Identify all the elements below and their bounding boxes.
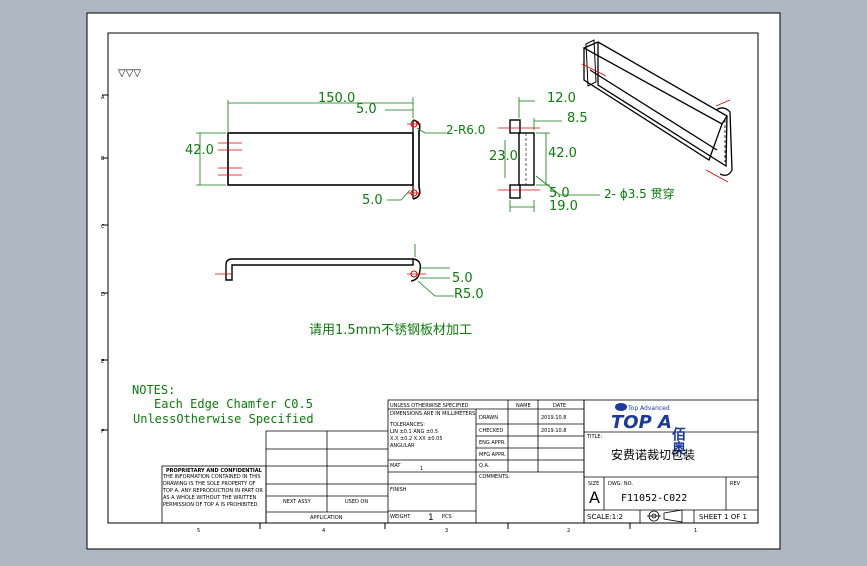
svg-text:2019.10.8: 2019.10.8	[541, 428, 566, 434]
svg-text:Top Advanced: Top Advanced	[627, 405, 670, 412]
svg-text:USED ON: USED ON	[345, 499, 368, 505]
svg-text:ENG APPR.: ENG APPR.	[479, 440, 506, 446]
svg-text:X.X ±0.2 X.XX ±0.05: X.X ±0.2 X.XX ±0.05	[390, 436, 443, 442]
dim-8-5: 8.5	[567, 111, 588, 126]
drawing-sheet-number: SHEET 1 OF 1	[699, 513, 747, 521]
svg-text:APPLICATION: APPLICATION	[310, 515, 343, 521]
svg-text:LIN ±0.1 ANG ±0.5: LIN ±0.1 ANG ±0.5	[390, 429, 438, 435]
dim-offset-top: 5.0	[356, 102, 377, 117]
svg-text:PCS: PCS	[442, 514, 452, 520]
svg-text:2019.10.8: 2019.10.8	[541, 415, 566, 421]
dim-top: 12.0	[547, 91, 576, 106]
border-num-1: 1	[694, 528, 697, 534]
border-letter-c: C	[101, 224, 105, 230]
dim-bend-radius: R5.0	[454, 287, 484, 302]
drawing-size: A	[589, 488, 600, 507]
svg-text:1: 1	[428, 513, 434, 523]
drawing-number: F11052-C022	[621, 493, 687, 504]
svg-text:DATE: DATE	[553, 403, 566, 409]
svg-text:UNLESS OTHERWISE SPECIFIED: UNLESS OTHERWISE SPECIFIED	[390, 403, 469, 409]
dim-offset-bottom: 5.0	[362, 193, 383, 208]
svg-text:Q.A.: Q.A.	[479, 463, 490, 469]
notes-title: NOTES:	[132, 383, 175, 397]
svg-text:SIZE: SIZE	[588, 481, 599, 487]
material-note: 请用1.5mm不锈钢板材加工	[309, 323, 472, 338]
svg-text:COMMENTS:: COMMENTS:	[479, 474, 510, 480]
border-num-4: 4	[322, 528, 325, 534]
dim-23: 23.0	[489, 149, 518, 164]
svg-text:MAT: MAT	[390, 463, 401, 469]
svg-text:TOLERANCES:: TOLERANCES:	[389, 422, 425, 428]
surface-finish-symbol: ▽▽▽	[118, 68, 141, 79]
svg-text:1: 1	[420, 466, 423, 472]
drawing-scale: SCALE:1:2	[587, 513, 623, 521]
proprietary-text: THE INFORMATION CONTAINED IN THIS DRAWIN…	[163, 474, 263, 508]
drawing-viewport: 5 4 3 2 1 A B C D E F ▽▽▽ 150.0 5.0 2-R6…	[0, 0, 867, 562]
border-letter-f: F	[101, 429, 104, 435]
dim-radius: 2-R6.0	[446, 123, 485, 137]
svg-text:NEXT ASSY: NEXT ASSY	[283, 499, 312, 505]
border-letter-a: A	[101, 95, 105, 101]
svg-text:REV: REV	[730, 481, 741, 487]
svg-text:WEIGHT: WEIGHT	[390, 514, 411, 520]
svg-text:DWG. NO.: DWG. NO.	[608, 481, 633, 487]
svg-text:FINISH: FINISH	[390, 487, 407, 493]
border-letter-d: D	[101, 292, 105, 298]
svg-text:NAME: NAME	[516, 403, 531, 409]
proprietary-text-box: THE INFORMATION CONTAINED IN THIS DRAWIN…	[163, 474, 263, 508]
dim-thickness: 5.0	[452, 271, 473, 286]
dim-width: 42.0	[185, 143, 214, 158]
svg-text:CHECKED: CHECKED	[479, 428, 503, 434]
svg-text:MFG APPR.: MFG APPR.	[479, 452, 506, 458]
drawing-canvas: 5 4 3 2 1 A B C D E F ▽▽▽ 150.0 5.0 2-R6…	[86, 12, 781, 550]
dim-length: 150.0	[318, 91, 355, 106]
dim-holes: 2- ϕ3.5 贯穿	[604, 186, 675, 201]
border-num-3: 3	[445, 528, 448, 534]
svg-text:TITLE:: TITLE:	[586, 434, 603, 440]
notes-line-1: Each Edge Chamfer C0.5	[154, 397, 313, 411]
notes-line-2: UnlessOtherwise Specified	[133, 412, 314, 426]
border-num-2: 2	[567, 528, 570, 534]
logo-wordmark: TOP A	[611, 412, 672, 433]
border-letter-e: E	[101, 359, 104, 365]
border-num-5: 5	[197, 528, 200, 534]
svg-text:DRAWN: DRAWN	[479, 415, 498, 421]
svg-text:ANGULAR: ANGULAR	[390, 443, 415, 449]
border-letter-b: B	[101, 156, 105, 162]
drawing-title: 安费诺裁切包装	[611, 447, 695, 462]
dim-42: 42.0	[548, 146, 577, 161]
dim-19: 19.0	[549, 199, 578, 214]
svg-text:DIMENSIONS ARE IN MILLIMETERS: DIMENSIONS ARE IN MILLIMETERS	[390, 411, 475, 417]
